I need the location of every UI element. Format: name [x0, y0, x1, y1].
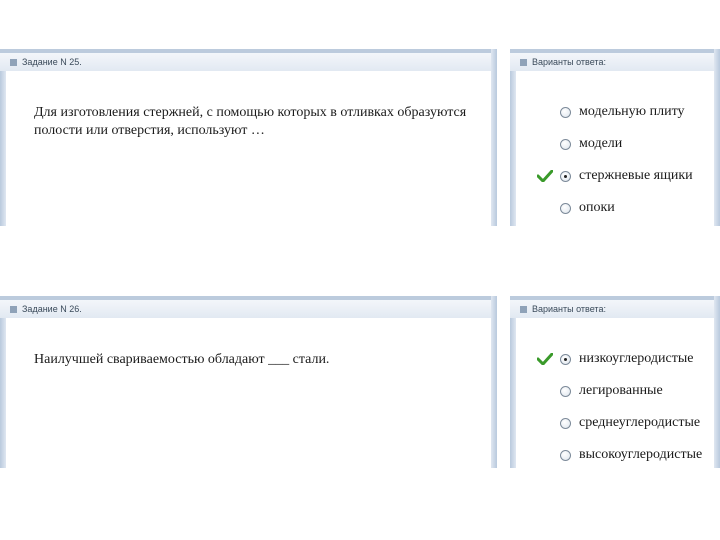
checkmark-icon — [530, 170, 560, 182]
square-bullet-icon — [10, 305, 17, 313]
option-label: модельную плиту — [579, 104, 685, 119]
task25-answers-header: Варианты ответа: — [510, 49, 720, 71]
task26-question-text: Наилучшей свариваемостью обладают ___ ст… — [34, 352, 330, 367]
radio-button-icon[interactable] — [560, 417, 571, 429]
task26-option-1[interactable]: низкоуглеродистые — [510, 350, 720, 368]
radio-button-icon[interactable] — [560, 138, 571, 150]
task25-option-4[interactable]: опоки — [510, 199, 720, 217]
task26-question-header: Задание N 26. — [0, 296, 497, 318]
radio-button-icon[interactable] — [560, 385, 571, 397]
option-label: опоки — [579, 200, 615, 215]
radio-button-icon[interactable] — [560, 106, 571, 118]
task26-option-2[interactable]: легированные — [510, 382, 720, 400]
task26-option-3[interactable]: среднеуглеродистые — [510, 414, 720, 432]
radio-button-icon[interactable] — [560, 170, 571, 182]
radio-button-icon[interactable] — [560, 202, 571, 214]
task26-option-4[interactable]: высокоуглеродистые — [510, 446, 720, 464]
option-label: стержневые ящики — [579, 168, 693, 183]
option-label: низкоуглеродистые — [579, 351, 694, 366]
checkmark-icon — [530, 353, 560, 365]
option-label: легированные — [579, 383, 663, 398]
task26-title: Задание N 26. — [22, 304, 82, 314]
task25-title: Задание N 25. — [22, 57, 82, 67]
radio-button-icon[interactable] — [560, 449, 571, 461]
task26-answers-header: Варианты ответа: — [510, 296, 720, 318]
square-bullet-icon — [520, 305, 527, 313]
task25-option-2[interactable]: модели — [510, 135, 720, 153]
task25-answers-panel: Варианты ответа: модельную плиту модели … — [510, 49, 720, 226]
task25-option-1[interactable]: модельную плиту — [510, 103, 720, 121]
task25-question-header: Задание N 25. — [0, 49, 497, 71]
task25-question-panel: Задание N 25. Для изготовления стержней,… — [0, 49, 497, 226]
task26-answers-panel: Варианты ответа: низкоуглеродистые легир… — [510, 296, 720, 468]
option-label: модели — [579, 136, 623, 151]
task26-question-panel: Задание N 26. Наилучшей свариваемостью о… — [0, 296, 497, 468]
task25-answers-title: Варианты ответа: — [532, 57, 606, 67]
radio-button-icon[interactable] — [560, 353, 571, 365]
task25-option-3[interactable]: стержневые ящики — [510, 167, 720, 185]
option-label: высокоуглеродистые — [579, 447, 703, 462]
square-bullet-icon — [10, 58, 17, 66]
option-label: среднеуглеродистые — [579, 415, 701, 430]
task26-answers-title: Варианты ответа: — [532, 304, 606, 314]
task25-question-text: Для изготовления стержней, с помощью кот… — [34, 105, 467, 138]
square-bullet-icon — [520, 58, 527, 66]
